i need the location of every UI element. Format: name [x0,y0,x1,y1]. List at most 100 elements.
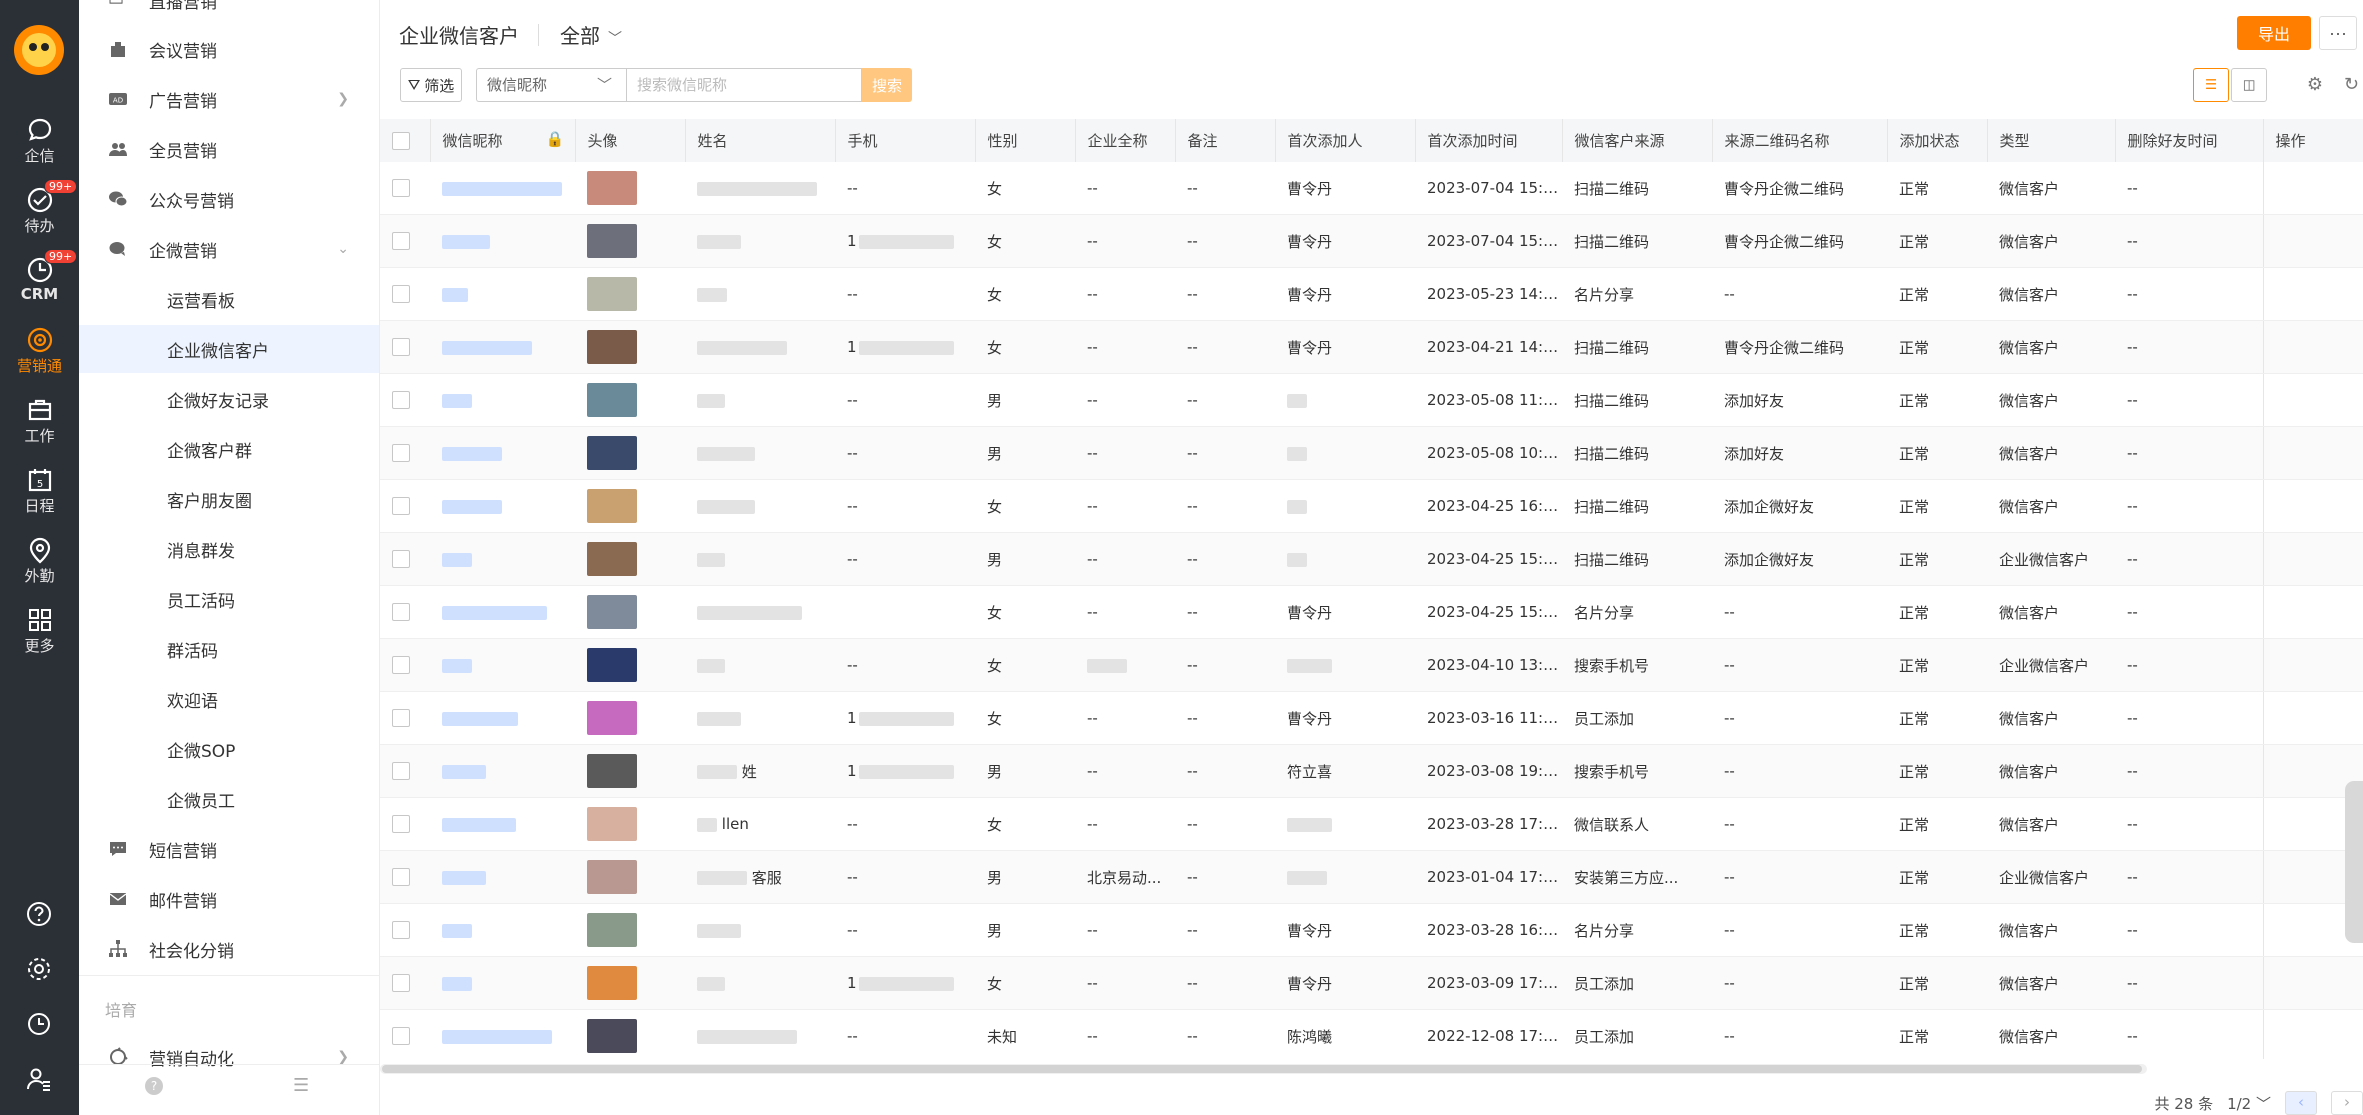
table-row[interactable]: -- 女 -- -- 2023-04-25 16:01 扫描二维码 添加企微好友 正常 微信客户… [380,479,2363,533]
table-row[interactable]: llen -- 女 -- -- 2023-03-28 17:31 微信联系人 -- 正常 微信客户… [380,797,2363,851]
row-checkbox[interactable] [392,1027,410,1046]
wechat-nickname-link[interactable] [442,552,472,567]
column-header[interactable]: 类型 [1987,119,2116,162]
column-header[interactable]: 首次添加人 [1275,119,1416,162]
table-row[interactable]: -- 男 -- -- 曹令丹 2023-03-28 16:13 名片分享 -- 正常 微信客户 --… [380,903,2363,957]
filter-button[interactable]: ⛛ 筛选 [400,68,462,102]
table-row[interactable]: -- 女 -- 2023-04-10 13:50 搜索手机号 -- 正常 企业微信客户 -- ​ [380,638,2363,692]
sidebar-sub-welcome[interactable]: 欢迎语 [79,675,379,723]
sidebar-sub-staff[interactable]: 企微员工 [79,775,379,823]
app-logo[interactable] [14,25,64,75]
rail-item-marketing[interactable]: 营销通 [0,325,79,376]
column-header[interactable]: 头像 [575,119,686,162]
table-row[interactable]: 客服 -- 男 北京易动... -- 2023-01-04 17:29 安装第三方应... -… [380,850,2363,904]
table-row[interactable]: -- 男 -- -- 2023-05-08 10:49 扫描二维码 添加好友 正常 微信客户 --… [380,426,2363,480]
collapse-sidebar-icon[interactable]: ☰ [293,1075,309,1096]
sidebar-sub-staff-qrcode[interactable]: 员工活码 [79,575,379,623]
table-row[interactable]: -- 女 -- -- 曹令丹 2023-05-23 14:44 名片分享 -- 正常 微信客户 --… [380,267,2363,321]
column-header[interactable]: 首次添加时间 [1415,119,1563,162]
row-checkbox[interactable] [392,550,410,569]
table-row[interactable]: -- 男 -- -- 2023-05-08 11:00 扫描二维码 添加好友 正常 微信客户 --… [380,373,2363,427]
column-header[interactable]: 企业全称 [1075,119,1176,162]
rail-item-todo[interactable]: 99+ 待办 [0,179,79,236]
wechat-nickname-link[interactable] [442,446,502,461]
sidebar-item-all-staff[interactable]: 全员营销 [79,125,379,173]
wechat-nickname-link[interactable] [442,976,472,991]
wechat-nickname-link[interactable] [442,287,468,302]
horizontal-scrollbar[interactable] [380,1064,2147,1074]
search-input[interactable] [626,68,862,102]
wechat-nickname-link[interactable] [442,711,518,726]
sidebar-sub-sop[interactable]: 企微SOP [79,725,379,773]
rail-item-chat[interactable]: 企信 [0,115,79,166]
wechat-nickname-link[interactable] [442,870,486,885]
row-checkbox[interactable] [392,391,410,410]
row-checkbox[interactable] [392,285,410,304]
column-header[interactable]: 备注 [1175,119,1276,162]
table-row[interactable]: 1 女 -- -- 曹令丹 2023-04-21 14:52 扫描二维码 曹令丹企微二维码 正常… [380,320,2363,374]
sidebar-sub-friend-records[interactable]: 企微好友记录 [79,375,379,423]
rail-item-work[interactable]: 工作 [0,395,79,446]
wechat-nickname-link[interactable] [442,658,472,673]
sidebar-item-ads[interactable]: AD 广告营销 ❯ [79,75,379,123]
wechat-nickname-link[interactable] [442,817,516,832]
help-icon[interactable] [25,900,53,928]
rail-item-field[interactable]: 外勤 [0,535,79,586]
row-checkbox[interactable] [392,656,410,675]
column-header[interactable]: 删除好友时间 [2115,119,2264,162]
user-settings-icon[interactable] [25,1065,53,1093]
table-row[interactable]: -- 未知 -- -- 陈鸿曦 2022-12-08 17:56 员工添加 -- 正常 微信客户 -… [380,1009,2363,1059]
export-button[interactable]: 导出 [2237,16,2311,50]
scrollbar-thumb[interactable] [382,1065,2142,1073]
table-row[interactable]: -- 男 -- -- 2023-04-25 15:45 扫描二维码 添加企微好友 正常 企业微信… [380,532,2363,586]
row-checkbox[interactable] [392,709,410,728]
search-button[interactable]: 搜索 [862,68,912,102]
sidebar-sub-mass-message[interactable]: 消息群发 [79,525,379,573]
wechat-nickname-link[interactable] [442,764,486,779]
sidebar-item-sms[interactable]: 短信营销 [79,825,379,873]
wechat-nickname-link[interactable] [442,923,472,938]
column-header[interactable]: 来源二维码名称 [1712,119,1888,162]
select-all-checkbox[interactable] [392,131,410,150]
wechat-nickname-link[interactable] [442,181,562,196]
page-select[interactable]: 1/2 ﹀ [2227,1093,2271,1114]
row-checkbox[interactable] [392,868,410,887]
row-checkbox[interactable] [392,762,410,781]
history-icon[interactable] [25,1010,53,1038]
scope-dropdown[interactable]: 全部 ﹀ [560,20,622,49]
row-checkbox[interactable] [392,921,410,940]
prev-page-button[interactable]: ‹ [2285,1091,2317,1115]
column-header[interactable]: 姓名 [685,119,836,162]
list-view-button[interactable]: ☰ [2193,68,2229,102]
wechat-nickname-link[interactable] [442,393,472,408]
sidebar-sub-moments[interactable]: 客户朋友圈 [79,475,379,523]
sidebar-item-wecom[interactable]: 企微营销 ⌄ [79,225,379,273]
wechat-nickname-link[interactable] [442,499,502,514]
sidebar-item-official-account[interactable]: 公众号营销 [79,175,379,223]
wechat-nickname-link[interactable] [442,1029,552,1044]
column-header[interactable]: 微信客户来源 [1562,119,1713,162]
row-checkbox[interactable] [392,603,410,622]
row-checkbox[interactable] [392,974,410,993]
row-checkbox[interactable] [392,179,410,198]
table-row[interactable]: 1 女 -- -- 曹令丹 2023-03-16 11:03 员工添加 -- 正常 微信客户 -- ​ [380,691,2363,745]
table-row[interactable]: 女 -- -- 曹令丹 2023-04-25 15:08 名片分享 -- 正常 微信客户 -- ​ [380,585,2363,639]
rail-item-crm[interactable]: 99+ CRM [0,249,79,303]
row-checkbox[interactable] [392,815,410,834]
next-page-button[interactable]: › [2331,1091,2363,1115]
sidebar-sub-wecom-customers[interactable]: 企业微信客户 [79,325,379,373]
wechat-nickname-link[interactable] [442,234,490,249]
column-header[interactable]: 添加状态 [1887,119,1988,162]
row-checkbox[interactable] [392,232,410,251]
floating-side-panel[interactable] [2345,781,2363,943]
sidebar-sub-group-qrcode[interactable]: 群活码 [79,625,379,673]
table-row[interactable]: 1 女 -- -- 曹令丹 2023-07-04 15:55 扫描二维码 曹令丹企微二维码 正常… [380,214,2363,268]
split-view-button[interactable]: ◫ [2231,68,2267,102]
column-header[interactable]: 微信昵称 🔒 [430,119,576,162]
rail-item-more[interactable]: 更多 [0,605,79,656]
select-all-cell[interactable] [380,119,431,162]
wechat-nickname-link[interactable] [442,340,532,355]
rail-item-schedule[interactable]: 5 日程 [0,465,79,516]
row-checkbox[interactable] [392,444,410,463]
column-settings-icon[interactable]: ⚙ [2307,74,2323,95]
